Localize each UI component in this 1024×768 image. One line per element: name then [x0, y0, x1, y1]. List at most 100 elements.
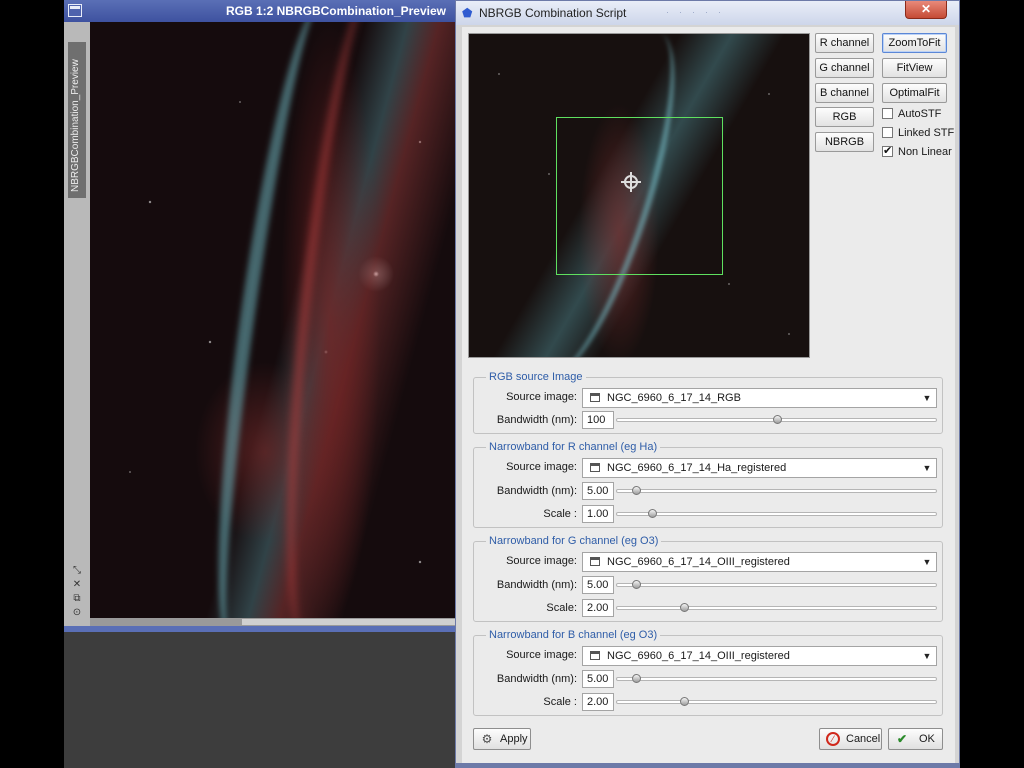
autostf-checkbox[interactable]: AutoSTF: [882, 108, 941, 120]
combo-value: NGC_6960_6_17_14_OIII_registered: [607, 650, 790, 662]
bandwidth-input[interactable]: 5.00: [582, 482, 614, 500]
zoom-rectangle[interactable]: [556, 117, 723, 275]
checkbox-box[interactable]: [882, 108, 893, 119]
image-window-icon: [590, 393, 600, 402]
b-channel-group: Narrowband for B channel (eg O3) Source …: [473, 629, 943, 716]
bandwidth-label: Bandwidth (nm):: [496, 673, 577, 685]
image-window-sidebar: NBRGBCombination_Preview ⤡ ✕ ⧉ ⊙: [64, 22, 90, 626]
combo-value: NGC_6960_6_17_14_OIII_registered: [607, 556, 790, 568]
r-channel-button[interactable]: R channel: [815, 33, 874, 53]
dialog-titlebar[interactable]: ⬟ NBRGB Combination Script ····· ✕: [456, 1, 959, 25]
scale-slider[interactable]: [616, 509, 937, 518]
bandwidth-slider[interactable]: [616, 580, 937, 589]
nbrgb-button[interactable]: NBRGB: [815, 132, 874, 152]
bandwidth-label: Bandwidth (nm):: [496, 579, 577, 591]
view-tools: ⤡ ✕ ⧉ ⊙: [71, 564, 83, 620]
scale-slider[interactable]: [616, 697, 937, 706]
view-tab[interactable]: NBRGBCombination_Preview: [68, 42, 86, 198]
r-channel-group: Narrowband for R channel (eg Ha) Source …: [473, 441, 943, 528]
window-menu-icon[interactable]: [68, 4, 82, 17]
slider-knob[interactable]: [679, 603, 689, 612]
fit-view-button[interactable]: FitView: [882, 58, 947, 78]
image-window: RGB 1:2 NBRGBCombination_Preview NBRGBCo…: [64, 0, 460, 632]
b-source-combo[interactable]: NGC_6960_6_17_14_OIII_registered ▼: [582, 646, 937, 666]
scrollbar-thumb[interactable]: [242, 619, 458, 625]
ok-button[interactable]: ✔ OK: [888, 728, 943, 750]
zoom-to-fit-button[interactable]: ZoomToFit: [882, 33, 947, 53]
titlebar-grip: ·····: [666, 7, 731, 17]
scale-slider[interactable]: [616, 603, 937, 612]
rgb-source-combo[interactable]: NGC_6960_6_17_14_RGB ▼: [582, 388, 937, 408]
image-window-icon: [590, 463, 600, 472]
horizontal-scrollbar[interactable]: [90, 618, 460, 626]
slider-knob[interactable]: [632, 674, 642, 683]
target-icon[interactable]: ⊙: [71, 606, 83, 620]
slider-knob[interactable]: [772, 415, 782, 424]
gear-icon: ⚙: [481, 732, 493, 746]
group-legend: Narrowband for G channel (eg O3): [486, 535, 662, 547]
dropdown-arrow-icon[interactable]: ▼: [921, 647, 933, 665]
dropdown-arrow-icon[interactable]: ▼: [921, 553, 933, 571]
image-window-title: RGB 1:2 NBRGBCombination_Preview: [225, 4, 446, 18]
slider-knob[interactable]: [632, 580, 642, 589]
slider-knob[interactable]: [679, 697, 689, 706]
dialog-body: R channel G channel B channel RGB NBRGB …: [462, 27, 955, 765]
bandwidth-label: Bandwidth (nm):: [496, 485, 577, 497]
workspace-background: [64, 632, 456, 768]
b-channel-button[interactable]: B channel: [815, 83, 874, 103]
optimal-fit-button[interactable]: OptimalFit: [882, 83, 947, 103]
cancel-button[interactable]: ⁄ Cancel: [819, 728, 882, 750]
checkbox-box[interactable]: [882, 127, 893, 138]
image-window-titlebar[interactable]: RGB 1:2 NBRGBCombination_Preview: [64, 0, 460, 22]
ok-label: OK: [919, 733, 935, 745]
copy-icon[interactable]: ⧉: [71, 592, 83, 606]
image-window-icon: [590, 651, 600, 660]
view-tab-label: NBRGBCombination_Preview: [70, 59, 81, 192]
bandwidth-input[interactable]: 5.00: [582, 576, 614, 594]
slider-knob[interactable]: [648, 509, 658, 518]
non-linear-checkbox[interactable]: Non Linear: [882, 144, 952, 158]
image-window-icon: [590, 557, 600, 566]
bandwidth-input[interactable]: 100: [582, 411, 614, 429]
checkbox-label: AutoSTF: [898, 108, 942, 120]
bandwidth-slider[interactable]: [616, 486, 937, 495]
source-image-label: Source image:: [506, 555, 577, 567]
scale-input[interactable]: 2.00: [582, 599, 614, 617]
scale-label: Scale :: [543, 696, 577, 708]
slider-knob[interactable]: [632, 486, 642, 495]
checkbox-label: Non Linear: [898, 146, 952, 158]
r-source-combo[interactable]: NGC_6960_6_17_14_Ha_registered ▼: [582, 458, 937, 478]
checkmark-icon: ✔: [896, 732, 908, 746]
scale-label: Scale :: [543, 508, 577, 520]
group-legend: Narrowband for R channel (eg Ha): [486, 441, 661, 453]
bandwidth-slider[interactable]: [616, 415, 937, 424]
g-channel-button[interactable]: G channel: [815, 58, 874, 78]
image-canvas[interactable]: [90, 22, 460, 618]
linked-stf-checkbox[interactable]: Linked STF: [882, 127, 954, 139]
bandwidth-slider[interactable]: [616, 674, 937, 683]
apply-label: Apply: [500, 733, 528, 745]
preview-image[interactable]: [468, 33, 810, 358]
close-button[interactable]: ✕: [905, 1, 947, 19]
apply-button[interactable]: ⚙ Apply: [473, 728, 531, 750]
checkbox-label: Linked STF: [898, 127, 955, 139]
dialog-title: NBRGB Combination Script: [479, 6, 627, 20]
scale-input[interactable]: 1.00: [582, 505, 614, 523]
scale-input[interactable]: 2.00: [582, 693, 614, 711]
g-channel-group: Narrowband for G channel (eg O3) Source …: [473, 535, 943, 622]
rgb-button[interactable]: RGB: [815, 107, 874, 127]
shrink-icon[interactable]: ⤡: [71, 564, 83, 578]
checkbox-box[interactable]: [882, 144, 893, 157]
g-source-combo[interactable]: NGC_6960_6_17_14_OIII_registered ▼: [582, 552, 937, 572]
bandwidth-label: Bandwidth (nm):: [496, 414, 577, 426]
dropdown-arrow-icon[interactable]: ▼: [921, 459, 933, 477]
app-icon: ⬟: [462, 6, 473, 20]
bandwidth-input[interactable]: 5.00: [582, 670, 614, 688]
dropdown-arrow-icon[interactable]: ▼: [921, 389, 933, 407]
close-view-icon[interactable]: ✕: [71, 578, 83, 592]
source-image-label: Source image:: [506, 391, 577, 403]
group-legend: Narrowband for B channel (eg O3): [486, 629, 661, 641]
crosshair-icon: [621, 172, 641, 192]
cancel-label: Cancel: [846, 733, 881, 745]
rgb-source-group: RGB source Image Source image: NGC_6960_…: [473, 371, 943, 434]
